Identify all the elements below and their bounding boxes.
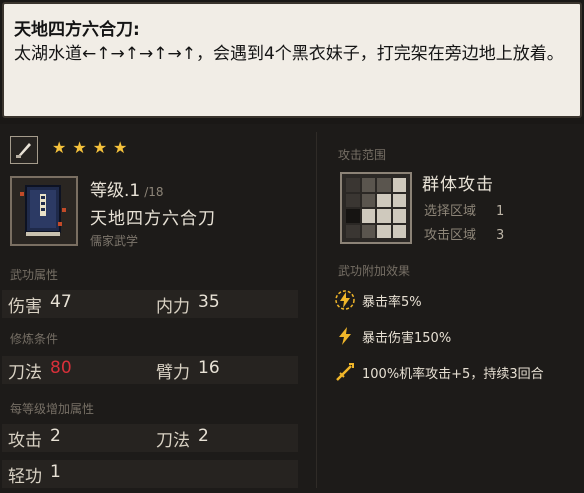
skill-name: 天地四方六合刀 <box>90 209 216 229</box>
note-body: 太湖水道←↑→↑→↑→↑，会遇到4个黑衣妹子，打完架在旁边地上放着。 <box>14 44 564 64</box>
panel-divider <box>316 132 317 488</box>
skill-school: 儒家武学 <box>90 234 139 248</box>
attack-type: 群体攻击 <box>422 175 494 195</box>
level-value: 等级.1 <box>90 181 141 201</box>
skill-panel: ★ ★ ★ ★ 等级.1/18 天地四方六合刀 儒家武学 武功属性 伤害 47 内… <box>0 124 584 493</box>
effect-text: 100%机率攻击+5，持续3回合 <box>362 366 544 382</box>
req-arm-label: 臂力 <box>156 362 190 383</box>
attack-area-line: 攻击区域 3 <box>424 224 504 243</box>
range-label: 攻击范围 <box>338 148 387 162</box>
requirements-row: 刀法 80 臂力 16 <box>2 356 298 384</box>
select-area-label: 选择区域 <box>424 204 477 219</box>
effect-text: 暴击率5% <box>362 294 422 310</box>
effect-item: 100%机率攻击+5，持续3回合 <box>334 361 544 383</box>
damage-value: 47 <box>50 291 72 312</box>
attack-area-value: 3 <box>496 228 505 243</box>
rarity-stars: ★ ★ ★ ★ <box>52 140 127 156</box>
select-area-value: 1 <box>496 204 505 219</box>
attack-area-label: 攻击区域 <box>424 228 477 243</box>
per-level-attack-value: 2 <box>50 425 61 446</box>
star-icon: ★ <box>52 138 67 157</box>
per-level-row-1: 攻击 2 刀法 2 <box>2 424 298 452</box>
star-icon: ★ <box>92 138 108 157</box>
crossed-swords-icon <box>334 361 356 383</box>
per-level-attack-label: 攻击 <box>8 430 42 451</box>
crit-rate-icon <box>334 289 356 311</box>
level-max: /18 <box>144 185 164 199</box>
requirements-label: 修炼条件 <box>10 332 59 346</box>
skill-book-icon[interactable] <box>10 176 78 246</box>
effect-item: 暴击率5% <box>334 289 422 311</box>
effect-item: 暴击伤害150% <box>334 325 451 347</box>
skill-level: 等级.1/18 <box>90 176 164 201</box>
crit-damage-icon <box>334 325 356 347</box>
per-level-label: 每等级增加属性 <box>10 402 95 416</box>
note-title: 天地四方六合刀: <box>14 20 140 40</box>
per-level-qinggong-label: 轻功 <box>8 466 42 487</box>
per-level-blade-label: 刀法 <box>156 430 190 451</box>
damage-label: 伤害 <box>8 296 42 317</box>
star-icon: ★ <box>113 138 128 157</box>
star-icon: ★ <box>72 138 87 157</box>
attributes-label: 武功属性 <box>10 268 59 282</box>
inner-power-label: 内力 <box>156 296 190 317</box>
hint-note: 天地四方六合刀: 太湖水道←↑→↑→↑→↑，会遇到4个黑衣妹子，打完架在旁边地上… <box>2 2 582 118</box>
attack-range-grid <box>340 172 412 244</box>
blade-type-icon <box>10 136 38 164</box>
per-level-row-2: 轻功 1 <box>2 460 298 488</box>
select-area-line: 选择区域 1 <box>424 200 504 219</box>
req-blade-label: 刀法 <box>8 362 42 383</box>
attributes-row: 伤害 47 内力 35 <box>2 290 298 318</box>
per-level-blade-value: 2 <box>198 425 209 446</box>
req-blade-value: 80 <box>50 357 72 378</box>
inner-power-value: 35 <box>198 291 220 312</box>
effect-text: 暴击伤害150% <box>362 330 452 346</box>
req-arm-value: 16 <box>198 357 220 378</box>
effects-label: 武功附加效果 <box>338 264 411 278</box>
per-level-qinggong-value: 1 <box>50 461 61 482</box>
